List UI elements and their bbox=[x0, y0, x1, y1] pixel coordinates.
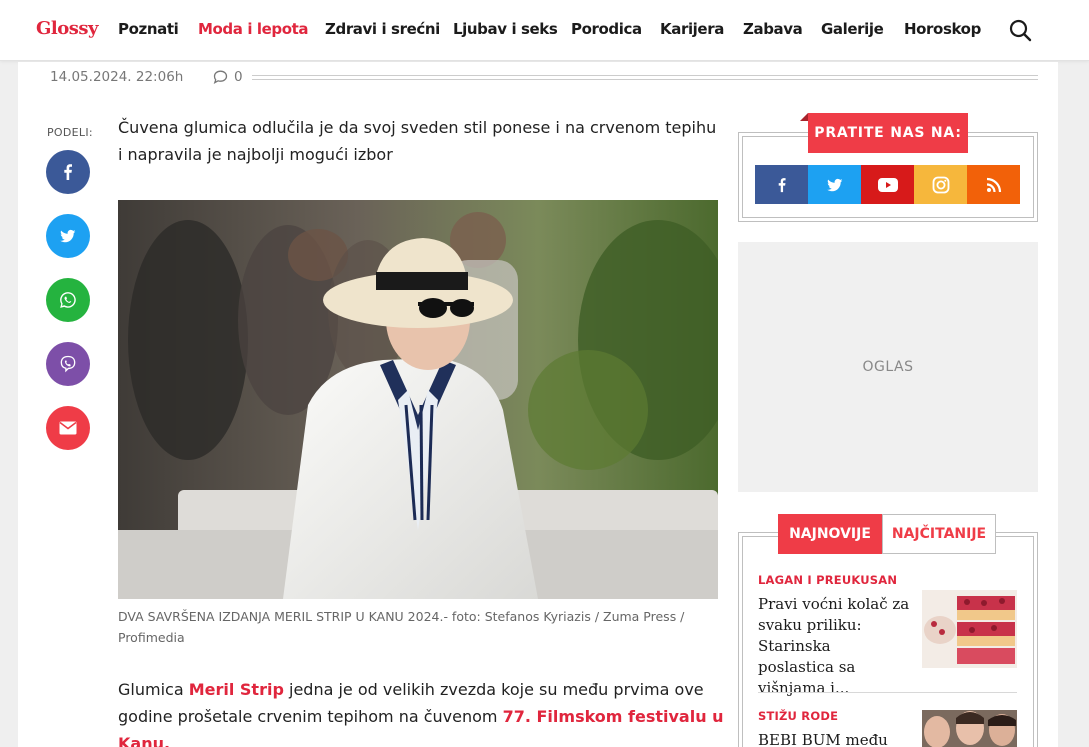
photo-caption: DVA SAVRŠENA IZDANJA MERIL STRIP U KANU … bbox=[118, 609, 685, 645]
viber-icon bbox=[60, 355, 76, 373]
instagram-icon bbox=[932, 176, 949, 193]
link-meril-strip[interactable]: Meril Strip bbox=[189, 680, 284, 699]
nav-item-ljubav-i-seks[interactable]: Ljubav i seks bbox=[453, 20, 558, 38]
news-divider bbox=[758, 692, 1017, 693]
twitter-icon bbox=[826, 178, 842, 191]
news-item-title[interactable]: BEBI BUM među bbox=[758, 730, 910, 747]
follow-rss-button[interactable] bbox=[967, 165, 1020, 204]
article-photo[interactable] bbox=[118, 200, 718, 599]
facebook-icon bbox=[778, 177, 786, 192]
tab-latest[interactable]: NAJNOVIJE bbox=[778, 514, 882, 554]
news-item-title[interactable]: Pravi voćni kolač za svaku priliku: Star… bbox=[758, 594, 910, 699]
share-viber-button[interactable] bbox=[46, 342, 90, 386]
whatsapp-icon bbox=[60, 292, 76, 308]
body-text-segment: Glumica bbox=[118, 680, 189, 699]
comment-icon bbox=[213, 70, 228, 84]
email-icon bbox=[59, 421, 77, 435]
ad-slot: OGLAS bbox=[738, 242, 1038, 492]
follow-facebook-button[interactable] bbox=[755, 165, 808, 204]
twitter-icon bbox=[60, 229, 76, 243]
news-item-thumbnail[interactable] bbox=[922, 590, 1017, 668]
news-item-thumbnail[interactable] bbox=[922, 710, 1017, 747]
meta-divider bbox=[252, 75, 1038, 80]
nav-item-horoskop[interactable]: Horoskop bbox=[904, 20, 981, 38]
search-icon[interactable] bbox=[1008, 18, 1034, 44]
follow-tag-fold bbox=[800, 113, 808, 121]
share-facebook-button[interactable] bbox=[46, 150, 90, 194]
follow-instagram-button[interactable] bbox=[914, 165, 967, 204]
nav-item-galerije[interactable]: Galerije bbox=[821, 20, 884, 38]
article-body-paragraph: Glumica Meril Strip jedna je od velikih … bbox=[118, 676, 728, 747]
nav-item-zdravi-i-srecni[interactable]: Zdravi i srećni bbox=[325, 20, 440, 38]
share-label: PODELI: bbox=[47, 126, 93, 139]
news-item-kicker: STIŽU RODE bbox=[758, 709, 839, 723]
nav-item-porodica[interactable]: Porodica bbox=[571, 20, 642, 38]
share-whatsapp-button[interactable] bbox=[46, 278, 90, 322]
nav-item-moda-i-lepota[interactable]: Moda i lepota bbox=[198, 20, 309, 38]
top-navigation-bar: Glossy Poznati Moda i lepota Zdravi i sr… bbox=[0, 0, 1089, 61]
article-date: 14.05.2024. 22:06h bbox=[50, 69, 184, 85]
youtube-icon bbox=[877, 177, 898, 192]
site-logo[interactable]: Glossy bbox=[36, 18, 98, 39]
nav-item-karijera[interactable]: Karijera bbox=[660, 20, 724, 38]
follow-twitter-button[interactable] bbox=[808, 165, 861, 204]
follow-us-title: PRATITE NAS NA: bbox=[808, 113, 968, 153]
article-lead: Čuvena glumica odlučila je da svoj svede… bbox=[118, 118, 717, 164]
tab-most-read[interactable]: NAJČITANIJE bbox=[882, 514, 996, 554]
nav-item-poznati[interactable]: Poznati bbox=[118, 20, 179, 38]
nav-item-zabava[interactable]: Zabava bbox=[743, 20, 803, 38]
comments-counter[interactable]: 0 bbox=[213, 69, 243, 85]
follow-youtube-button[interactable] bbox=[861, 165, 914, 204]
rss-icon bbox=[986, 177, 1001, 192]
share-email-button[interactable] bbox=[46, 406, 90, 450]
comments-count: 0 bbox=[234, 69, 243, 85]
facebook-icon bbox=[64, 164, 72, 180]
share-twitter-button[interactable] bbox=[46, 214, 90, 258]
news-item-kicker: LAGAN I PREUKUSAN bbox=[758, 573, 898, 587]
